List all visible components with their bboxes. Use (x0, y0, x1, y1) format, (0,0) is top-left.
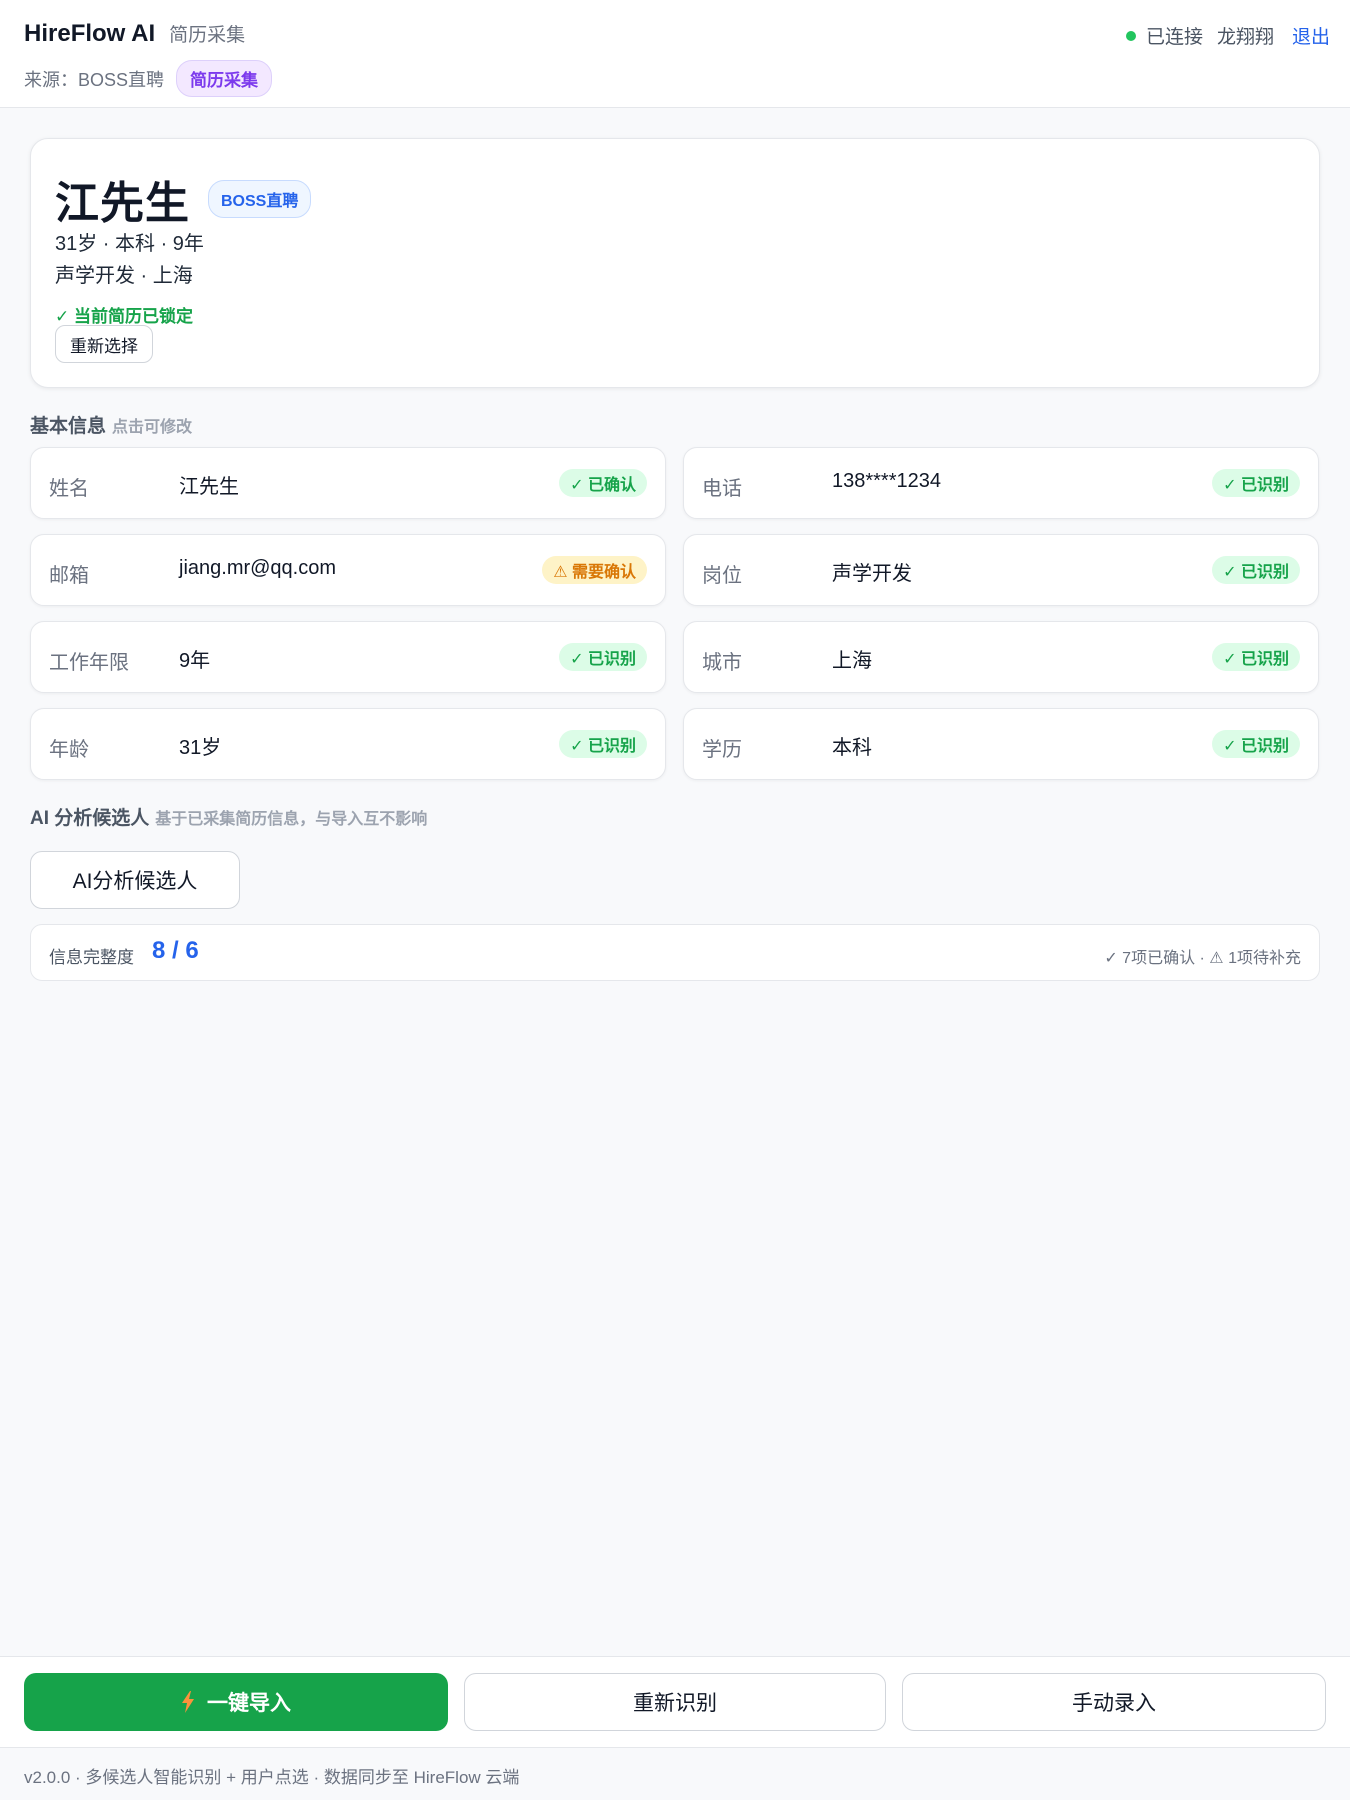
candidate-meta-role: 声学开发 · 上海 (55, 265, 193, 287)
basic-info-heading: 基本信息 (30, 416, 107, 437)
user-name: 龙翔翔 (1216, 27, 1274, 48)
field-phone[interactable]: 电话 138****1234 ✓ 已识别 (683, 447, 1319, 519)
ai-section-heading: AI 分析候选人 (30, 808, 150, 829)
status-badge: ✓ 已确认 (559, 469, 647, 497)
connection-status: 已连接 (1145, 27, 1203, 48)
status-badge: ✓ 已识别 (559, 643, 647, 671)
import-label: 一键导入 (207, 1692, 291, 1715)
candidate-card: 江先生 BOSS直聘 31岁 · 本科 · 9年 声学开发 · 上海 ✓ 当前简… (30, 138, 1320, 388)
completeness-value: 8 / 6 (152, 937, 199, 964)
field-label: 学历 (702, 739, 742, 761)
one-click-import-button[interactable]: 一键导入 (24, 1673, 448, 1731)
candidate-name: 江先生 (55, 179, 190, 228)
field-label: 姓名 (49, 478, 89, 500)
field-value: 江先生 (179, 476, 239, 498)
field-email[interactable]: 邮箱 jiang.mr@qq.com ⚠ 需要确认 (30, 534, 666, 606)
field-label: 岗位 (702, 565, 742, 587)
field-value: 上海 (832, 650, 872, 672)
status-badge: ✓ 已识别 (1212, 556, 1300, 584)
manual-entry-button[interactable]: 手动录入 (902, 1673, 1326, 1731)
basic-info-title: 基本信息 点击可修改 (30, 411, 192, 438)
field-value: 138****1234 (832, 470, 941, 492)
connection-area: 已连接 龙翔翔 退出 (1125, 22, 1330, 49)
field-experience[interactable]: 工作年限 9年 ✓ 已识别 (30, 621, 666, 693)
candidate-name-row: 江先生 BOSS直聘 (55, 167, 312, 231)
source-row: 来源：BOSS直聘 简历采集 (24, 60, 273, 97)
field-education[interactable]: 学历 本科 ✓ 已识别 (683, 708, 1319, 780)
status-dot-icon (1125, 30, 1136, 41)
version-footer: v2.0.0 · 多候选人智能识别 + 用户点选 · 数据同步至 HireFlo… (24, 1768, 520, 1787)
reidentify-button[interactable]: 重新识别 (464, 1673, 886, 1731)
field-label: 年龄 (49, 739, 89, 761)
field-position[interactable]: 岗位 声学开发 ✓ 已识别 (683, 534, 1319, 606)
ai-analyze-button[interactable]: AI分析候选人 (30, 851, 240, 909)
status-badge: ✓ 已识别 (1212, 730, 1300, 758)
ai-section-hint: 基于已采集简历信息，与导入互不影响 (155, 811, 428, 828)
field-label: 邮箱 (49, 565, 89, 587)
ai-section-title: AI 分析候选人 基于已采集简历信息，与导入互不影响 (30, 803, 427, 830)
basic-info-hint: 点击可修改 (112, 419, 193, 436)
completeness-label: 信息完整度 (49, 948, 134, 967)
bolt-icon (182, 1691, 194, 1713)
app-header: HireFlow AI 简历采集 来源：BOSS直聘 简历采集 已连接 龙翔翔 … (0, 0, 1350, 108)
brand: HireFlow AI 简历采集 (24, 20, 245, 48)
field-name[interactable]: 姓名 江先生 ✓ 已确认 (30, 447, 666, 519)
platform-badge: BOSS直聘 (208, 180, 312, 218)
logout-link[interactable]: 退出 (1292, 22, 1330, 49)
status-badge: ⚠ 需要确认 (542, 556, 647, 584)
field-value: 9年 (179, 650, 211, 672)
field-value: 声学开发 (832, 563, 912, 585)
status-badge: ✓ 已识别 (1212, 469, 1300, 497)
field-age[interactable]: 年龄 31岁 ✓ 已识别 (30, 708, 666, 780)
candidate-meta-basic: 31岁 · 本科 · 9年 (55, 233, 204, 255)
app-name: HireFlow AI (24, 20, 156, 47)
field-value: 31岁 (179, 737, 222, 759)
page: HireFlow AI 简历采集 来源：BOSS直聘 简历采集 已连接 龙翔翔 … (0, 0, 1350, 1800)
completeness-bar: 信息完整度 8 / 6 ✓ 7项已确认 · ⚠ 1项待补充 (30, 924, 1320, 981)
field-value: jiang.mr@qq.com (179, 557, 337, 579)
field-label: 城市 (702, 652, 742, 674)
completeness-summary: ✓ 7项已确认 · ⚠ 1项待补充 (1104, 950, 1301, 967)
field-city[interactable]: 城市 上海 ✓ 已识别 (683, 621, 1319, 693)
action-bar: 一键导入 重新识别 手动录入 (0, 1656, 1350, 1748)
field-value: 本科 (832, 737, 872, 759)
field-label: 工作年限 (49, 652, 129, 674)
source-label: 来源：BOSS直聘 (24, 69, 165, 90)
reselect-button[interactable]: 重新选择 (55, 325, 153, 363)
status-badge: ✓ 已识别 (1212, 643, 1300, 671)
mode-pill: 简历采集 (176, 60, 273, 97)
app-subtitle: 简历采集 (169, 25, 246, 46)
field-label: 电话 (702, 478, 742, 500)
resume-locked-status: ✓ 当前简历已锁定 (55, 307, 193, 326)
status-badge: ✓ 已识别 (559, 730, 647, 758)
